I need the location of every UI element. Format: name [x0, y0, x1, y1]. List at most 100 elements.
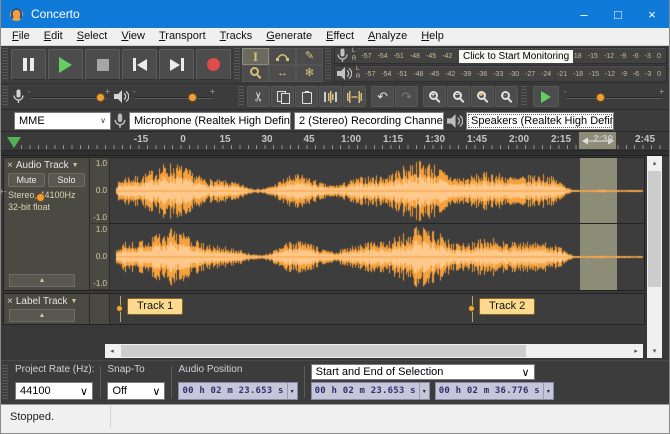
recording-device-select[interactable]: Microphone (Realtek High Defini∨ [129, 112, 291, 130]
scrub-bar[interactable] [1, 150, 669, 155]
playback-meter-channel-labels: LR [356, 66, 360, 80]
label-text[interactable]: Track 2 [479, 298, 535, 315]
record-button[interactable] [196, 49, 231, 80]
spinner-icon[interactable]: ▾ [287, 383, 297, 399]
vertical-scrollbar-thumb[interactable] [648, 171, 661, 287]
pan-slider-thumb[interactable] [36, 193, 45, 202]
pause-button[interactable] [11, 49, 46, 80]
skip-to-end-button[interactable] [159, 49, 194, 80]
minimize-button[interactable]: – [567, 0, 601, 28]
transport-toolbar-grip[interactable] [2, 48, 8, 81]
copy-button[interactable] [271, 86, 294, 107]
audio-position-field[interactable]: 00 h 02 m 23.653 s ▾ [178, 382, 297, 400]
selection-end-field[interactable]: 00 h 02 m 36.776 s ▾ [435, 382, 554, 400]
plus-icon: + [1, 187, 4, 196]
label-text[interactable]: Track 1 [127, 298, 183, 315]
timeline-scale[interactable]: -1501530451:001:151:301:452:002:152:302:… [21, 132, 666, 149]
skip-to-start-button[interactable] [122, 49, 157, 80]
playback-device-select[interactable]: Speakers (Realtek High Definiti∨ [466, 112, 614, 130]
scroll-down-icon[interactable]: ▾ [647, 344, 662, 358]
stop-button[interactable] [85, 49, 120, 80]
menu-item-file[interactable]: File [5, 28, 37, 45]
label-track-close-icon[interactable]: × [7, 297, 13, 307]
label-track-menu-icon[interactable]: ▼ [71, 298, 78, 305]
vertical-scrollbar[interactable]: ▴ ▾ [647, 156, 662, 358]
play-speed-slider-thumb[interactable] [596, 93, 605, 102]
label-marker-icon[interactable] [468, 305, 475, 312]
audio-host-select[interactable]: MME∨ [14, 112, 111, 130]
menu-item-edit[interactable]: Edit [37, 28, 70, 45]
label-track-title[interactable]: Label Track [16, 296, 68, 307]
multi-tool-button[interactable]: ✻ [296, 65, 323, 82]
menu-item-tracks[interactable]: Tracks [213, 28, 260, 45]
cut-button[interactable]: ✂ [247, 86, 270, 107]
meter-toolbar-grip[interactable] [325, 48, 331, 81]
silence-audio-button[interactable] [343, 86, 366, 107]
trim-audio-button[interactable] [319, 86, 342, 107]
left-channel[interactable] [110, 158, 644, 224]
draw-tool-button[interactable]: ✎ [296, 48, 323, 65]
right-channel[interactable] [110, 224, 644, 290]
zoom-selection-button[interactable]: ◂▸ [471, 86, 494, 107]
timeline-ruler[interactable]: -1501530451:001:151:301:452:002:152:302:… [1, 132, 669, 156]
horizontal-scrollbar[interactable]: ◂ ▸ [105, 344, 643, 358]
menu-item-analyze[interactable]: Analyze [361, 28, 414, 45]
horizontal-scrollbar-track[interactable] [119, 344, 629, 358]
audio-track-close-icon[interactable]: × [7, 161, 13, 171]
play-at-speed-button[interactable] [533, 86, 559, 107]
waveform-canvas-right[interactable] [110, 224, 644, 290]
recording-channels-select[interactable]: 2 (Stereo) Recording Channels∨ [294, 112, 444, 130]
edit-toolbar-grip[interactable] [238, 86, 244, 107]
recording-volume-slider[interactable]: - + [28, 89, 110, 105]
snap-to-select[interactable]: Off∨ [107, 382, 165, 400]
pinned-play-head-button[interactable] [5, 135, 22, 150]
audio-track-menu-icon[interactable]: ▼ [72, 162, 79, 169]
timeshift-tool-button[interactable]: ↔ [269, 65, 296, 82]
scroll-left-icon[interactable]: ◂ [105, 344, 119, 358]
scroll-up-icon[interactable]: ▴ [647, 156, 662, 170]
undo-button[interactable]: ↶ [371, 86, 394, 107]
playback-volume-slider[interactable]: - + [133, 89, 215, 105]
menu-item-help[interactable]: Help [414, 28, 451, 45]
waveform-canvas-left[interactable] [110, 158, 644, 224]
menu-item-select[interactable]: Select [70, 28, 115, 45]
close-button[interactable]: × [635, 0, 669, 28]
play-button[interactable] [48, 49, 83, 80]
menu-item-transport[interactable]: Transport [152, 28, 213, 45]
solo-button[interactable]: Solo [48, 173, 85, 187]
selection-range-mode-select[interactable]: Start and End of Selection∨ [311, 364, 535, 380]
project-rate-select[interactable]: 44100∨ [15, 382, 93, 400]
mixer-toolbar-grip[interactable] [2, 86, 8, 107]
play-speed-slider[interactable]: - + [564, 89, 664, 105]
zoom-out-button[interactable]: − [447, 86, 470, 107]
recording-volume-slider-thumb[interactable] [96, 93, 105, 102]
maximize-button[interactable]: □ [601, 0, 635, 28]
tools-toolbar-grip[interactable] [234, 48, 240, 81]
scroll-right-icon[interactable]: ▸ [629, 344, 643, 358]
selection-toolbar-grip[interactable] [2, 365, 8, 399]
audio-track-collapse-button[interactable]: ▲ [9, 274, 75, 287]
audio-track-title[interactable]: Audio Track [16, 160, 69, 171]
label-marker-icon[interactable] [116, 305, 123, 312]
label-track-collapse-button[interactable]: ▲ [9, 309, 75, 322]
menu-item-generate[interactable]: Generate [259, 28, 319, 45]
playback-meter[interactable]: LR -57-54-51-48-45-42-39-36-33-30-27-24-… [334, 65, 667, 82]
playback-volume-slider-thumb[interactable] [188, 93, 197, 102]
selection-start-field[interactable]: 00 h 02 m 23.653 s ▾ [311, 382, 430, 400]
play-at-speed-grip[interactable] [521, 86, 527, 107]
label-lane[interactable]: Track 1 Track 2 [110, 294, 644, 324]
redo-button[interactable]: ↷ [395, 86, 418, 107]
envelope-tool-button[interactable] [269, 48, 296, 65]
menu-item-effect[interactable]: Effect [319, 28, 361, 45]
zoom-fit-button[interactable]: ↔ [495, 86, 518, 107]
vertical-ruler[interactable]: 1.0 0.0 -1.0 1.0 0.0 -1.0 [90, 158, 110, 290]
paste-button[interactable] [295, 86, 318, 107]
menu-item-view[interactable]: View [114, 28, 152, 45]
selection-tool-button[interactable]: I [242, 48, 269, 65]
zoom-tool-button[interactable] [242, 65, 269, 82]
zoom-in-button[interactable]: + [423, 86, 446, 107]
spinner-icon[interactable]: ▾ [419, 383, 429, 399]
horizontal-scrollbar-thumb[interactable] [121, 345, 526, 357]
spinner-icon[interactable]: ▾ [543, 383, 553, 399]
mute-button[interactable]: Mute [8, 173, 45, 187]
